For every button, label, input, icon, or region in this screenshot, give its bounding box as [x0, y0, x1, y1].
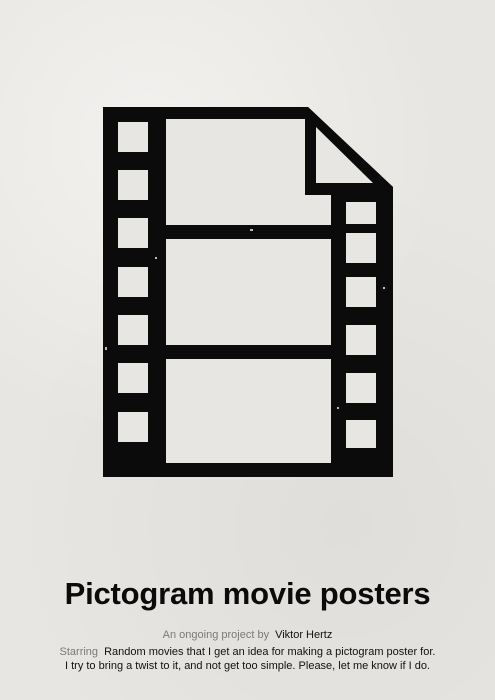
blurb-line-2: I try to bring a twist to it, and not ge…: [64, 660, 430, 672]
blurb-line-1: Starring Random movies that I get an idea…: [0, 645, 495, 659]
poster: Pictogram movie posters An ongoing proje…: [0, 0, 495, 700]
blurb-text-1: Random movies that I get an idea for mak…: [104, 646, 436, 658]
film-strip-document-icon: [103, 107, 393, 477]
credit-line: An ongoing project by Viktor Hertz: [0, 628, 495, 642]
credit-label: An ongoing project by: [162, 629, 270, 641]
credit-author: Viktor Hertz: [275, 629, 333, 641]
poster-title: Pictogram movie posters: [64, 576, 431, 611]
blurb: Starring Random movies that I get an idea…: [0, 645, 495, 673]
starring-label: Starring: [59, 646, 99, 658]
